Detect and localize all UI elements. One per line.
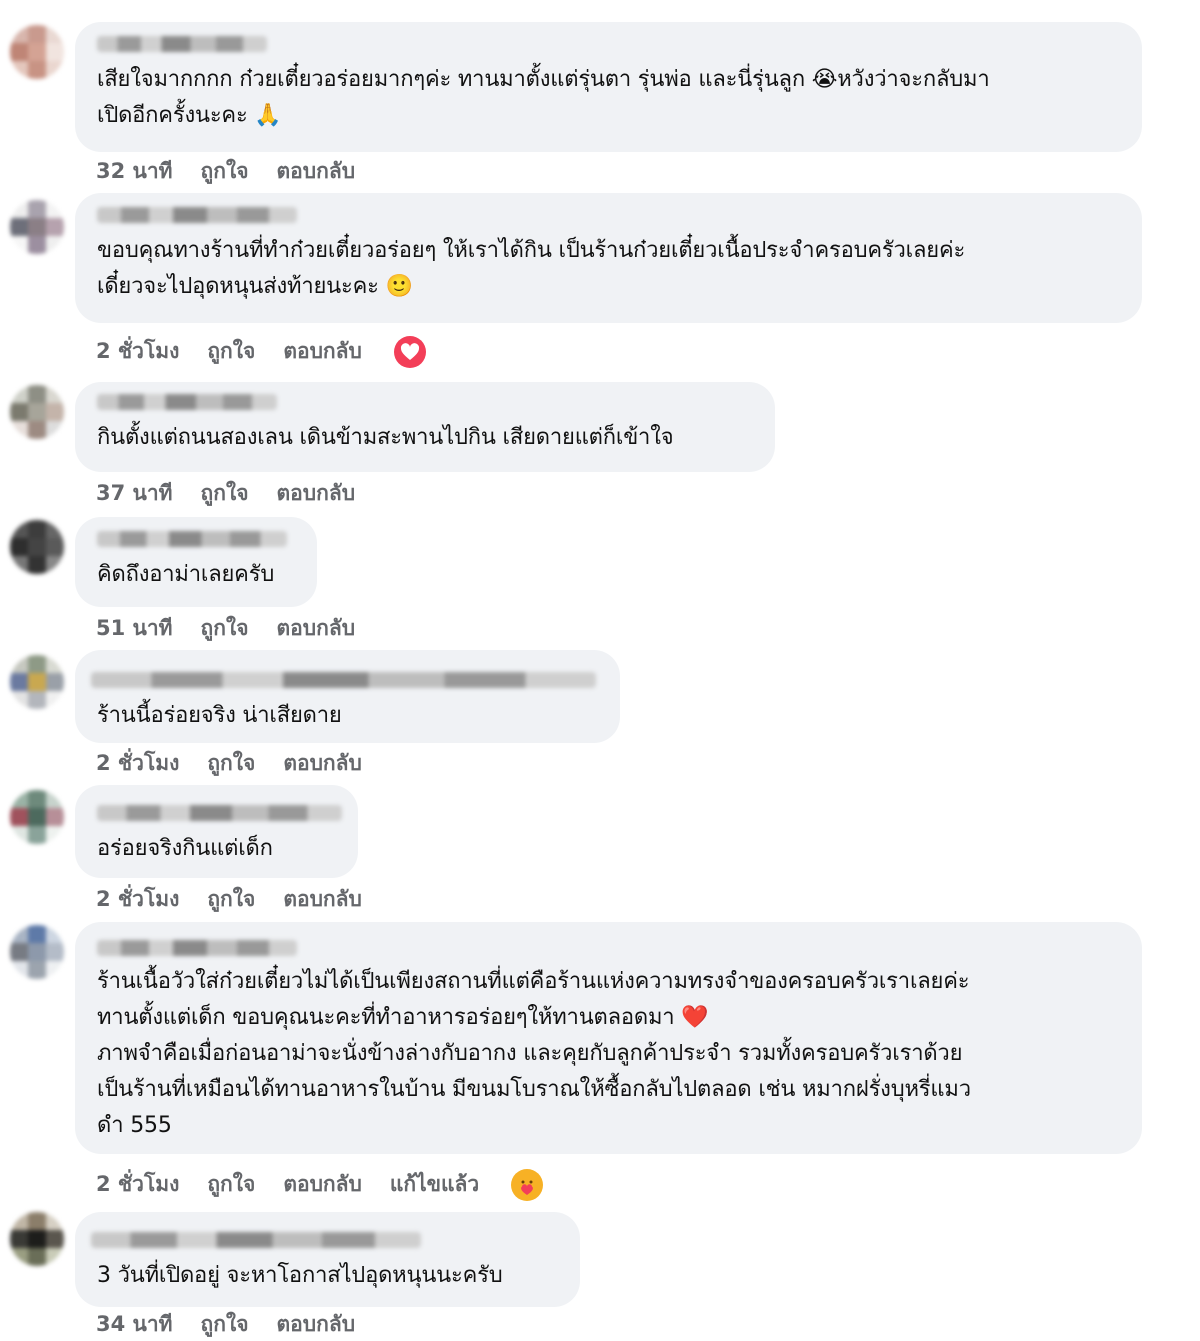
comment-time[interactable]: 2 ชั่วโมง <box>96 747 179 780</box>
edited-label: แก้ไขแล้ว <box>389 1172 480 1196</box>
comment-actions: 37 นาที ถูกใจ ตอบกลับ <box>96 477 355 510</box>
avatar[interactable] <box>10 1212 64 1266</box>
reply-button[interactable]: ตอบกลับ <box>283 747 362 780</box>
avatar[interactable] <box>10 200 64 254</box>
comment-time[interactable]: 34 นาที <box>96 1308 173 1341</box>
commenter-name[interactable] <box>91 1232 421 1248</box>
comment-text: เสียใจมากกกก ก๋วยเตี๋ยวอร่อยมากๆค่ะ ทานม… <box>97 67 990 128</box>
comment-time[interactable]: 32 นาที <box>96 155 173 188</box>
comment-time[interactable]: 2 ชั่วโมง <box>96 335 179 368</box>
like-button[interactable]: ถูกใจ <box>201 155 249 188</box>
like-button[interactable]: ถูกใจ <box>207 335 255 368</box>
comment-bubble: เสียใจมากกกก ก๋วยเตี๋ยวอร่อยมากๆค่ะ ทานม… <box>75 22 1142 152</box>
comment-time[interactable]: 2 ชั่วโมง <box>96 883 179 916</box>
commenter-name[interactable] <box>97 394 277 410</box>
comment-text: ร้านเนื้อวัวใส่ก๋วยเตี๋ยวไม่ได้เป็นเพียง… <box>97 969 971 1138</box>
comment-actions: 2 ชั่วโมง ถูกใจ ตอบกลับ <box>96 883 362 916</box>
comment-actions: 2 ชั่วโมง ถูกใจ ตอบกลับ <box>96 335 426 368</box>
reply-button[interactable]: ตอบกลับ <box>283 883 362 916</box>
comment-actions: 2 ชั่วโมง ถูกใจ ตอบกลับ <box>96 747 362 780</box>
like-button[interactable]: ถูกใจ <box>207 883 255 916</box>
commenter-name[interactable] <box>97 36 267 52</box>
comment-actions: 32 นาที ถูกใจ ตอบกลับ <box>96 155 355 188</box>
comment-text: ร้านนี้อร่อยจริง น่าเสียดาย <box>97 703 342 728</box>
comment-text: กินตั้งแต่ถนนสองเลน เดินข้ามสะพานไปกิน เ… <box>97 425 674 450</box>
love-reaction-icon[interactable] <box>393 335 426 368</box>
hug-reaction-icon[interactable] <box>511 1168 544 1201</box>
commenter-name[interactable] <box>97 531 287 547</box>
comment-bubble: 3 วันที่เปิดอยู่ จะหาโอกาสไปอุดหนุนนะครั… <box>75 1212 580 1307</box>
comment-bubble: ขอบคุณทางร้านที่ทำก๋วยเตี๋ยวอร่อยๆ ให้เร… <box>75 193 1142 323</box>
reply-button[interactable]: ตอบกลับ <box>277 155 356 188</box>
commenter-name[interactable] <box>97 940 297 956</box>
like-button[interactable]: ถูกใจ <box>201 1308 249 1341</box>
comment-text: 3 วันที่เปิดอยู่ จะหาโอกาสไปอุดหนุนนะครั… <box>97 1263 503 1288</box>
avatar[interactable] <box>10 790 64 844</box>
avatar[interactable] <box>10 385 64 439</box>
comment-actions: 34 นาที ถูกใจ ตอบกลับ <box>96 1308 355 1341</box>
avatar[interactable] <box>10 520 64 574</box>
reply-button[interactable]: ตอบกลับ <box>277 477 356 510</box>
comment-bubble: ร้านเนื้อวัวใส่ก๋วยเตี๋ยวไม่ได้เป็นเพียง… <box>75 922 1142 1154</box>
comment-actions: 2 ชั่วโมง ถูกใจ ตอบกลับ แก้ไขแล้ว <box>96 1168 544 1201</box>
commenter-name[interactable] <box>97 207 297 223</box>
comment-time[interactable]: 51 นาที <box>96 612 173 645</box>
like-button[interactable]: ถูกใจ <box>201 612 249 645</box>
commenter-name[interactable] <box>97 805 342 821</box>
comment-text: ขอบคุณทางร้านที่ทำก๋วยเตี๋ยวอร่อยๆ ให้เร… <box>97 238 966 299</box>
comment-actions: 51 นาที ถูกใจ ตอบกลับ <box>96 612 355 645</box>
comment-bubble: คิดถึงอาม่าเลยครับ <box>75 517 317 607</box>
avatar[interactable] <box>10 925 64 979</box>
reply-button[interactable]: ตอบกลับ <box>283 335 362 368</box>
comment-bubble: กินตั้งแต่ถนนสองเลน เดินข้ามสะพานไปกิน เ… <box>75 382 775 472</box>
commenter-name[interactable] <box>91 672 596 688</box>
comment-bubble: ร้านนี้อร่อยจริง น่าเสียดาย <box>75 650 620 743</box>
reply-button[interactable]: ตอบกลับ <box>277 612 356 645</box>
comment-time[interactable]: 37 นาที <box>96 477 173 510</box>
like-button[interactable]: ถูกใจ <box>207 747 255 780</box>
avatar[interactable] <box>10 655 64 709</box>
like-button[interactable]: ถูกใจ <box>201 477 249 510</box>
reply-button[interactable]: ตอบกลับ <box>283 1168 362 1201</box>
comment-time[interactable]: 2 ชั่วโมง <box>96 1168 179 1201</box>
comment-bubble: อร่อยจริงกินแต่เด็ก <box>75 785 358 878</box>
like-button[interactable]: ถูกใจ <box>207 1168 255 1201</box>
comment-text: อร่อยจริงกินแต่เด็ก <box>97 836 273 861</box>
avatar[interactable] <box>10 25 64 79</box>
reply-button[interactable]: ตอบกลับ <box>277 1308 356 1341</box>
comment-text: คิดถึงอาม่าเลยครับ <box>97 562 275 587</box>
